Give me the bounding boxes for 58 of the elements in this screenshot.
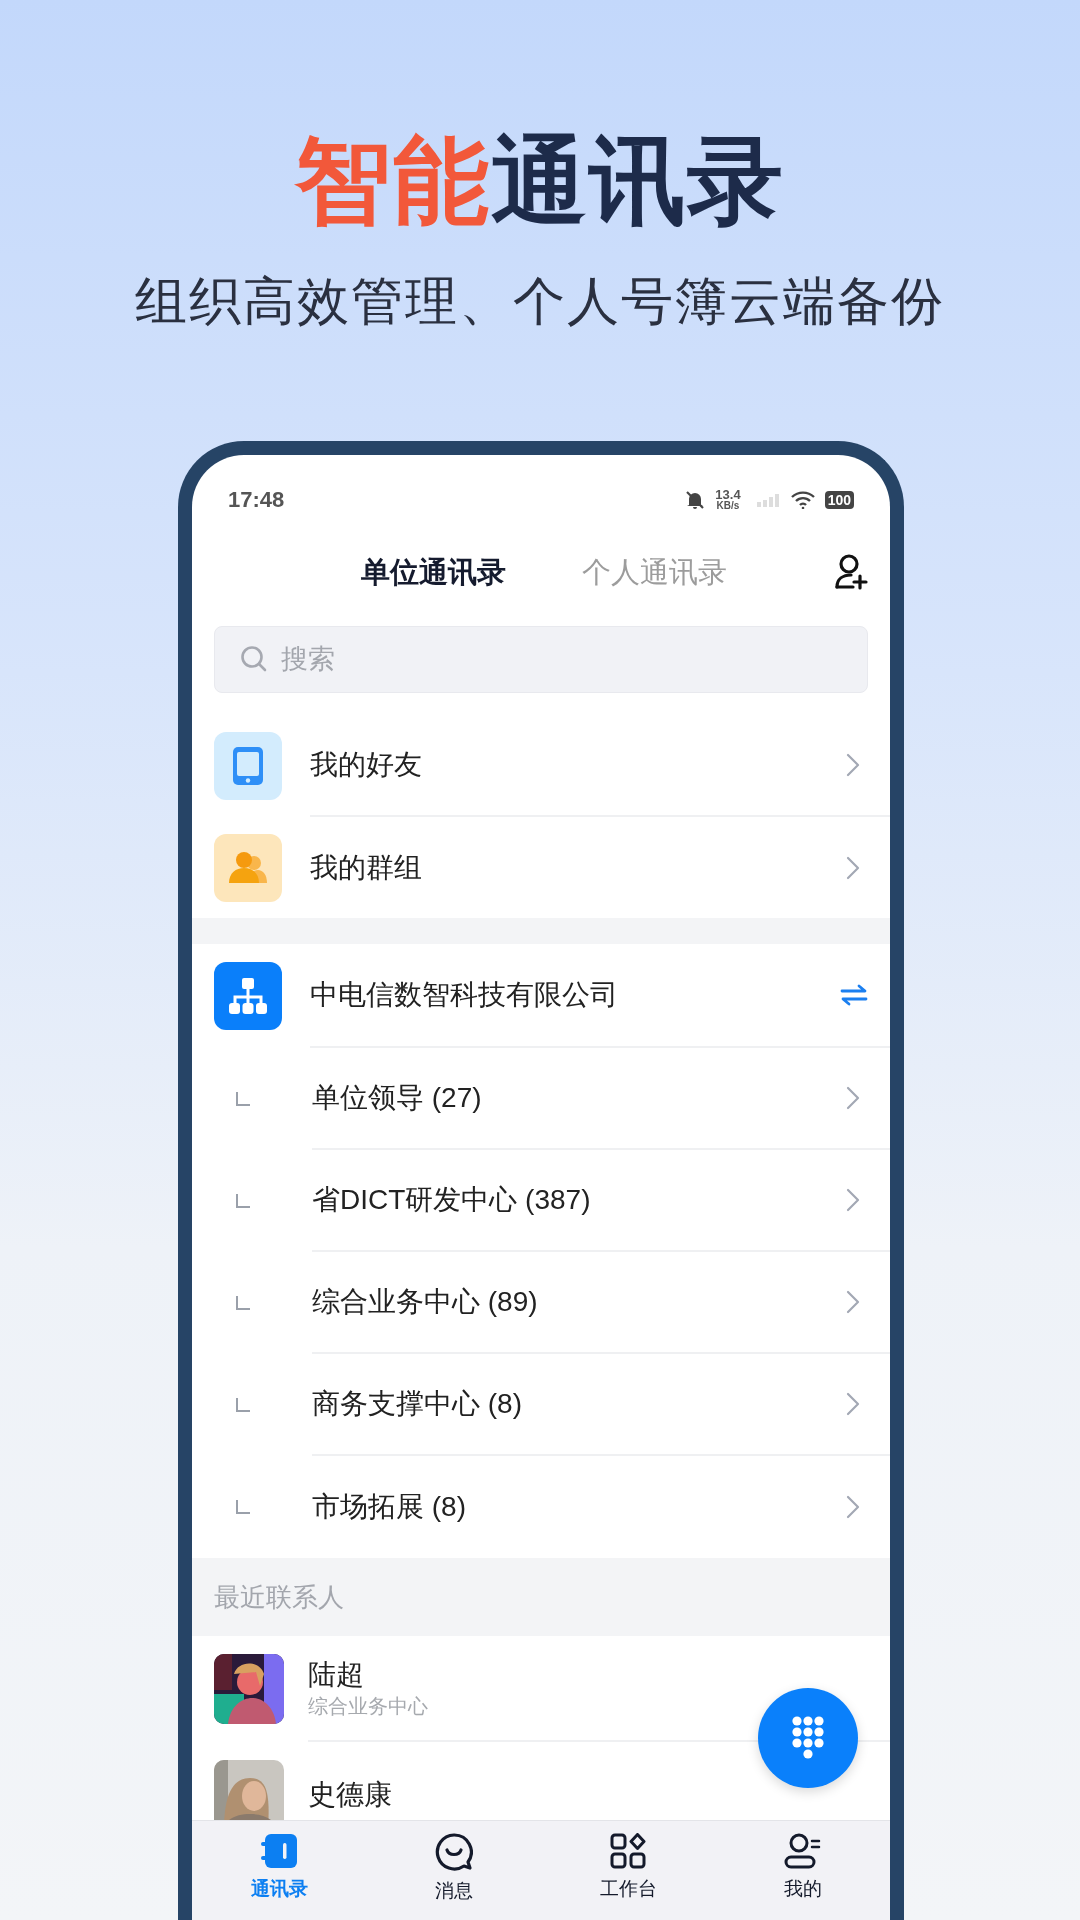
- list-item[interactable]: 我的好友: [192, 715, 890, 817]
- list-item[interactable]: 我的群组: [192, 817, 890, 918]
- tree-branch-icon: [236, 1500, 250, 1514]
- department-row[interactable]: 市场拓展 (8): [192, 1456, 890, 1558]
- section-header: 最近联系人: [214, 1580, 344, 1614]
- nav-tab[interactable]: 我的: [715, 1833, 890, 1904]
- user-profile-icon: [783, 1833, 822, 1869]
- network-speed: 13.4 KB/s: [715, 488, 741, 511]
- chevron-right-icon: [846, 1086, 860, 1110]
- search-icon: [240, 645, 268, 673]
- contact-department: 综合业务中心: [308, 1694, 429, 1720]
- org-chart-icon: [214, 962, 282, 1030]
- department-row[interactable]: 单位领导 (27): [192, 1048, 890, 1150]
- organization-row[interactable]: 中电信数智科技有限公司: [192, 944, 890, 1048]
- department-row[interactable]: 省DICT研发中心 (387): [192, 1150, 890, 1252]
- department-label: 单位领导 (27): [312, 1081, 482, 1115]
- nav-tab[interactable]: 工作台: [541, 1833, 716, 1904]
- signal-icon: [756, 492, 781, 507]
- organization-name: 中电信数智科技有限公司: [310, 978, 618, 1012]
- dialpad-icon: [792, 1716, 824, 1760]
- contacts-book-icon: [260, 1833, 299, 1869]
- contact-name: 陆超: [308, 1657, 365, 1692]
- status-time: 17:48: [228, 486, 285, 514]
- department-row[interactable]: 综合业务中心 (89): [192, 1252, 890, 1354]
- chevron-right-icon: [846, 1290, 860, 1314]
- apps-grid-icon: [610, 1833, 647, 1869]
- item-label: 我的群组: [310, 850, 422, 885]
- nav-tab[interactable]: 通讯录: [192, 1833, 367, 1904]
- tab[interactable]: 单位通讯录: [361, 550, 506, 595]
- hero-title: 智能通讯录: [295, 128, 785, 234]
- chevron-right-icon: [846, 855, 860, 880]
- search-field[interactable]: 搜索: [214, 626, 868, 693]
- tree-branch-icon: [236, 1398, 250, 1412]
- add-user-icon[interactable]: [834, 554, 870, 590]
- chevron-right-icon: [846, 1188, 860, 1212]
- tree-branch-icon: [236, 1194, 250, 1208]
- contact-name: 史德康: [308, 1777, 393, 1812]
- tablet-icon: [214, 732, 282, 800]
- department-label: 市场拓展 (8): [312, 1490, 466, 1524]
- department-label: 综合业务中心 (89): [312, 1285, 538, 1319]
- department-label: 省DICT研发中心 (387): [312, 1183, 591, 1217]
- chevron-right-icon: [846, 753, 860, 777]
- chevron-right-icon: [846, 1392, 860, 1416]
- people-icon: [214, 833, 282, 902]
- nav-tab[interactable]: 消息: [366, 1833, 541, 1906]
- department-label: 商务支撑中心 (8): [312, 1387, 522, 1421]
- wifi-icon: [790, 490, 815, 509]
- tree-branch-icon: [236, 1296, 250, 1310]
- department-row[interactable]: 商务支撑中心 (8): [192, 1354, 890, 1456]
- dialpad-button[interactable]: [758, 1688, 858, 1788]
- bell-off-icon: [685, 489, 706, 510]
- chat-bubble-icon: [434, 1833, 473, 1871]
- battery-indicator: 100: [824, 490, 854, 509]
- hero-subtitle: 组织高效管理、个人号簿云端备份: [135, 270, 945, 332]
- item-label: 我的好友: [310, 748, 422, 782]
- tree-branch-icon: [236, 1092, 250, 1106]
- switch-arrows-icon[interactable]: [840, 984, 868, 1006]
- chevron-right-icon: [846, 1495, 860, 1519]
